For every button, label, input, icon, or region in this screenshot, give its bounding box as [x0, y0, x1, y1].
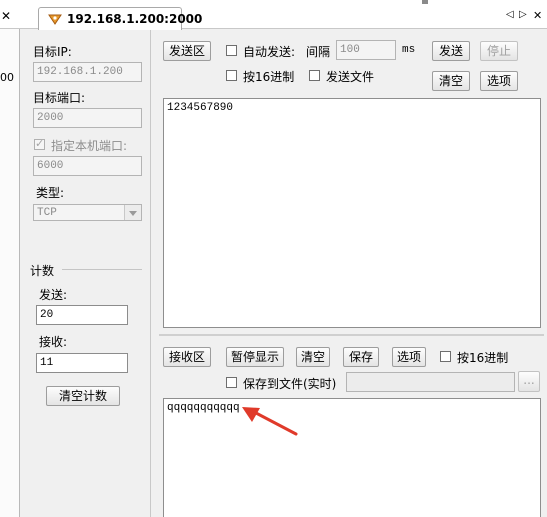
connection-icon — [48, 14, 62, 25]
send-button[interactable]: 发送 — [432, 41, 470, 61]
chevron-down-icon[interactable] — [124, 205, 141, 220]
divider-marker — [422, 0, 428, 4]
recv-clear-button[interactable]: 清空 — [296, 347, 330, 367]
browse-button[interactable]: ... — [518, 371, 540, 392]
annotation-arrow-icon — [242, 407, 298, 436]
local-port-field[interactable]: 6000 — [33, 156, 142, 176]
save-file-checkbox[interactable] — [226, 377, 237, 388]
tab-connection[interactable]: 192.168.1.200:2000 — [38, 7, 202, 30]
interval-unit: ms — [402, 44, 416, 56]
recv-area-button[interactable]: 接收区 — [163, 347, 211, 367]
adjacent-window-edge — [0, 29, 20, 517]
section-divider — [159, 334, 544, 336]
send-file-label: 发送文件 — [326, 70, 375, 84]
clear-count-button[interactable]: 清空计数 — [46, 386, 120, 406]
send-textarea[interactable]: 1234567890 — [163, 98, 541, 328]
recv-textarea[interactable]: qqqqqqqqqqq — [163, 398, 541, 517]
recv-count-field[interactable]: 11 — [36, 353, 128, 373]
send-clear-button[interactable]: 清空 — [432, 71, 470, 91]
recv-options-button[interactable]: 选项 — [392, 347, 426, 367]
recv-save-button[interactable]: 保存 — [343, 347, 379, 367]
tab-title: 192.168.1.200:2000 — [67, 12, 203, 26]
target-ip-field[interactable]: 192.168.1.200 — [33, 62, 142, 82]
save-file-path-field[interactable] — [346, 372, 515, 392]
tab-next-icon[interactable]: ▷ — [519, 9, 527, 20]
target-port-label: 目标端口: — [33, 91, 86, 105]
type-select[interactable]: TCP — [33, 204, 142, 221]
type-select-value: TCP — [37, 207, 57, 219]
target-port-field[interactable]: 2000 — [33, 108, 142, 128]
send-count-field[interactable]: 20 — [36, 305, 128, 325]
adjacent-window-text: 00 — [0, 71, 14, 84]
tab-prev-icon[interactable]: ◁ — [506, 9, 514, 20]
interval-field[interactable]: 100 — [336, 40, 396, 60]
local-port-checkbox[interactable] — [34, 137, 45, 150]
recv-hex-label: 按16进制 — [457, 351, 509, 365]
send-options-button[interactable]: 选项 — [480, 71, 518, 91]
save-file-label: 保存到文件(实时) — [243, 377, 337, 391]
send-hex-label: 按16进制 — [243, 70, 295, 84]
send-hex-checkbox[interactable] — [226, 70, 237, 81]
interval-label: 间隔 — [306, 45, 331, 59]
count-divider — [62, 269, 142, 270]
auto-send-label: 自动发送: — [243, 45, 296, 59]
count-label: 计数 — [30, 264, 55, 278]
prev-close-icon[interactable]: ✕ — [1, 9, 11, 23]
pause-display-button[interactable]: 暂停显示 — [226, 347, 284, 367]
type-label: 类型: — [36, 186, 65, 200]
send-area-button[interactable]: 发送区 — [163, 41, 211, 61]
stop-button[interactable]: 停止 — [480, 41, 518, 61]
auto-send-checkbox[interactable] — [226, 45, 237, 56]
send-count-label: 发送: — [39, 288, 68, 302]
local-port-label: 指定本机端口: — [51, 139, 128, 153]
tab-close-icon[interactable]: ✕ — [533, 9, 542, 22]
recv-hex-checkbox[interactable] — [440, 351, 451, 362]
recv-count-label: 接收: — [39, 335, 68, 349]
target-ip-label: 目标IP: — [33, 45, 72, 59]
send-file-checkbox[interactable] — [309, 70, 320, 81]
